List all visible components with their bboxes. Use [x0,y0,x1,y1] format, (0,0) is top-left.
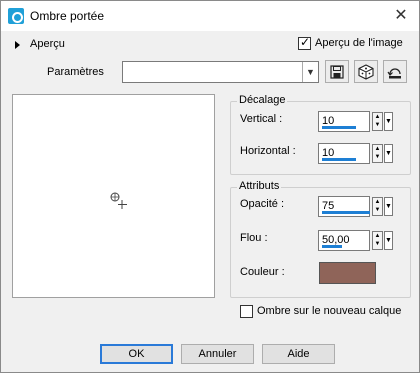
new-layer-label: Ombre sur le nouveau calque [257,305,402,317]
opacite-spinner[interactable]: ▲ ▼ [372,197,383,216]
reset-icon [387,68,401,79]
attributs-legend: Attributs [237,180,282,192]
vertical-slider-bar[interactable] [322,126,356,129]
apercu-label: Aperçu [30,38,65,50]
horizontal-spinner[interactable]: ▲ ▼ [372,144,383,163]
flou-label: Flou : [240,232,268,244]
cancel-button[interactable]: Annuler [181,344,254,364]
flou-dropdown[interactable]: ▼ [384,231,393,250]
horizontal-input[interactable]: 10 [318,143,370,164]
reset-button[interactable] [383,60,407,83]
random-button[interactable] [354,60,378,83]
ok-button[interactable]: OK [100,344,173,364]
dice-icon [358,64,374,80]
vertical-dropdown[interactable]: ▼ [384,112,393,131]
horizontal-label: Horizontal : [240,145,296,157]
opacite-dropdown[interactable]: ▼ [384,197,393,216]
opacite-label: Opacité : [240,198,285,210]
vertical-spinner[interactable]: ▲ ▼ [372,112,383,131]
new-layer-checkbox[interactable] [240,305,253,318]
preview-image-label: Aperçu de l'image [315,37,403,49]
couleur-label: Couleur : [240,266,285,278]
save-icon [330,65,344,79]
flou-spinner[interactable]: ▲ ▼ [372,231,383,250]
opacite-input[interactable]: 75 [318,196,370,217]
close-button[interactable]: ✕ [391,6,411,26]
decalage-group: Décalage Vertical : 10 ▲ ▼ ▼ Horizontal :… [230,94,411,175]
window-title: Ombre portée [30,9,105,23]
decalage-legend: Décalage [237,94,288,106]
app-icon [8,8,24,24]
title-bar: Ombre portée ✕ [1,1,419,31]
flou-input[interactable]: 50,00 [318,230,370,251]
parametres-combo[interactable]: ▼ [122,61,319,83]
dialog-window: Ombre portée ✕ Aperçu Aperçu de l'image … [0,0,420,373]
opacite-slider-bar[interactable] [322,211,370,214]
vertical-input[interactable]: 10 [318,111,370,132]
parametres-label: Paramètres [47,66,104,78]
vertical-label: Vertical : [240,113,283,125]
color-swatch[interactable] [319,262,376,284]
chevron-down-icon[interactable]: ▼ [302,62,318,82]
expand-triangle-icon [15,41,20,49]
horizontal-dropdown[interactable]: ▼ [384,144,393,163]
flou-slider-bar[interactable] [322,245,342,248]
move-cursor-icon [110,192,127,209]
preview-area[interactable] [12,94,215,298]
help-button[interactable]: Aide [262,344,335,364]
preview-image-checkbox[interactable] [298,35,311,50]
save-preset-button[interactable] [325,60,349,83]
attributs-group: Attributs Opacité : 75 ▲ ▼ ▼ Flou : 50,00… [230,180,411,298]
horizontal-slider-bar[interactable] [322,158,356,161]
